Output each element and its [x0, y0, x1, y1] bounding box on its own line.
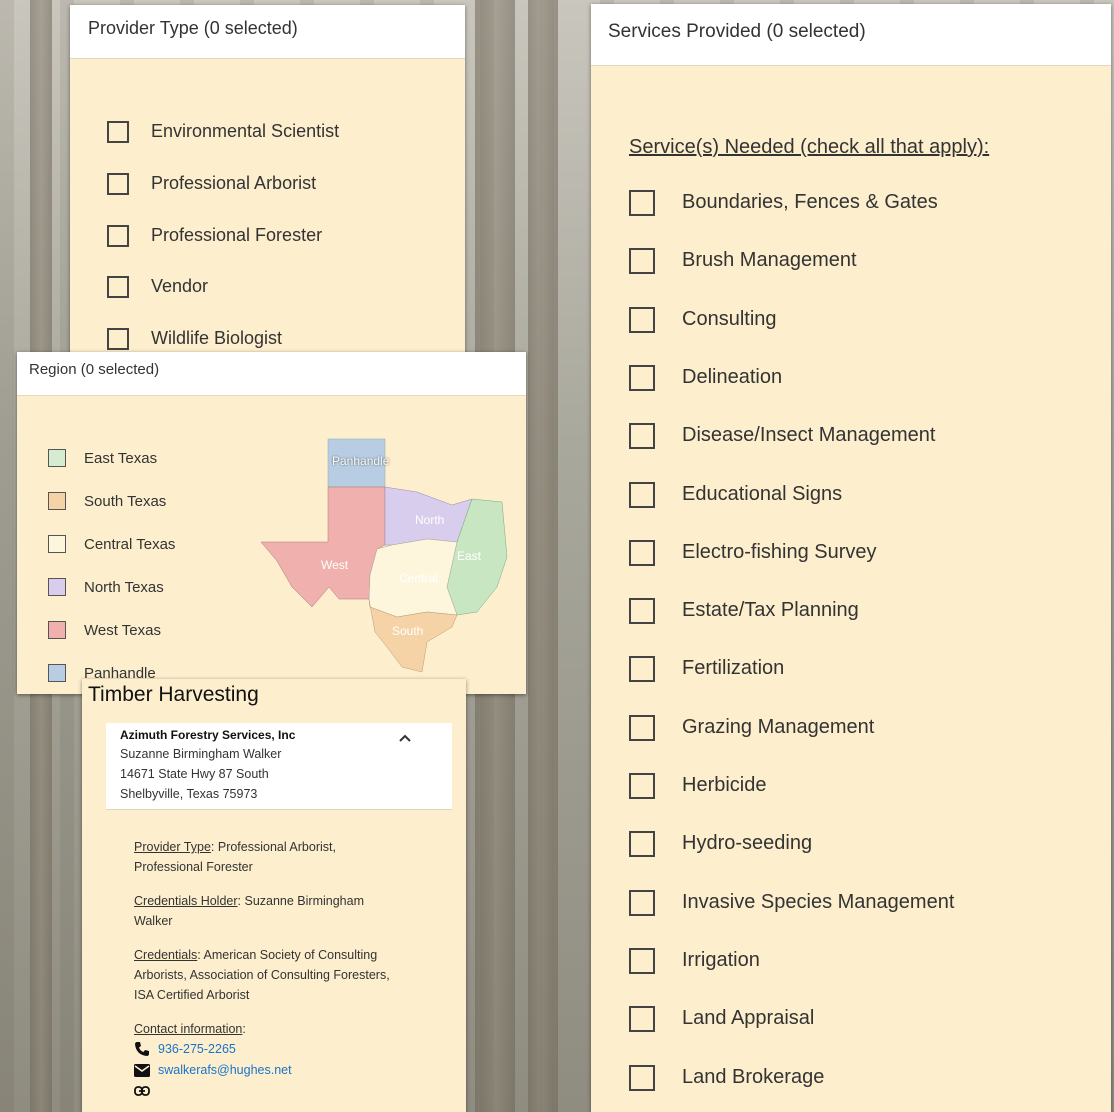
provider-type-option-label[interactable]: Wildlife Biologist [151, 328, 282, 349]
region-checkbox[interactable] [48, 449, 66, 467]
service-option-label[interactable]: Electro-fishing Survey [682, 541, 877, 564]
map-label-north: North [415, 513, 444, 527]
service-option-label[interactable]: Estate/Tax Planning [682, 599, 859, 622]
service-checkbox[interactable] [629, 656, 655, 683]
region-option-label[interactable]: West Texas [84, 622, 161, 639]
service-option-label[interactable]: Grazing Management [682, 716, 874, 739]
service-option-label[interactable]: Invasive Species Management [682, 891, 954, 914]
provider-type-option-label[interactable]: Professional Forester [151, 225, 322, 246]
email-row: swalkerafs@hughes.net [134, 1063, 292, 1077]
service-option-label[interactable]: Delineation [682, 366, 782, 389]
contact-info-suffix: : [242, 1022, 246, 1036]
service-checkbox[interactable] [629, 714, 655, 741]
service-checkbox[interactable] [629, 773, 655, 799]
mail-icon [134, 1063, 150, 1077]
tree-trunk [528, 0, 558, 1112]
map-label-panhandle: Panhandle [332, 454, 390, 468]
region-panel: Region (0 selected) East Texas South Texa… [17, 352, 526, 694]
timber-title: Timber Harvesting [88, 683, 259, 706]
service-option-label[interactable]: Consulting [682, 308, 777, 331]
map-region-west[interactable] [260, 486, 386, 608]
credentials-holder-detail: Credentials Holder: Suzanne Birmingham W… [134, 891, 404, 931]
credentials-label: Credentials [134, 948, 198, 962]
address-line-1: 14671 State Hwy 87 South [120, 767, 269, 781]
credentials-holder-label: Credentials Holder [134, 894, 238, 908]
email-link[interactable]: swalkerafs@hughes.net [158, 1063, 292, 1077]
contact-info-label: Contact information [134, 1022, 243, 1036]
texas-region-map[interactable]: Panhandle North East West Central South [257, 437, 512, 677]
company-name: Azimuth Forestry Services, Inc [120, 728, 296, 742]
service-checkbox[interactable] [629, 1064, 655, 1091]
provider-type-label: Provider Type [134, 840, 211, 854]
phone-icon [135, 1042, 149, 1056]
service-option-label[interactable]: Boundaries, Fences & Gates [682, 191, 938, 214]
provider-type-option-label[interactable]: Professional Arborist [151, 173, 316, 194]
service-option-label[interactable]: Land Appraisal [682, 1007, 814, 1030]
service-option-label[interactable]: Educational Signs [682, 483, 842, 506]
provider-type-checkbox[interactable] [107, 328, 129, 350]
service-option-label[interactable]: Land Brokerage [682, 1066, 824, 1089]
phone-row: 936-275-2265 [134, 1041, 236, 1057]
service-checkbox[interactable] [629, 539, 655, 566]
provider-type-panel: Provider Type (0 selected) Environmental… [70, 5, 465, 355]
link-icon[interactable] [134, 1085, 150, 1097]
service-checkbox[interactable] [629, 364, 655, 391]
service-checkbox[interactable] [629, 598, 655, 625]
service-option-label[interactable]: Hydro-seeding [682, 832, 812, 855]
service-checkbox[interactable] [629, 831, 655, 858]
map-label-central: Central [399, 571, 438, 585]
service-checkbox[interactable] [629, 248, 655, 275]
contact-info-heading: Contact information: [134, 1019, 404, 1039]
service-option-label[interactable]: Brush Management [682, 249, 857, 272]
service-checkbox[interactable] [629, 889, 655, 916]
service-option-label[interactable]: Irrigation [682, 949, 760, 972]
service-checkbox[interactable] [629, 190, 655, 216]
provider-type-header[interactable]: Provider Type (0 selected) [70, 5, 465, 59]
services-header[interactable]: Services Provided (0 selected) [591, 4, 1111, 66]
service-checkbox[interactable] [629, 1006, 655, 1033]
map-label-east: East [457, 549, 482, 563]
region-checkbox[interactable] [48, 664, 66, 682]
provider-card-header[interactable]: Azimuth Forestry Services, Inc Suzanne B… [106, 723, 452, 810]
website-row [134, 1085, 150, 1097]
region-checkbox[interactable] [48, 621, 66, 639]
service-checkbox[interactable] [629, 481, 655, 508]
service-option-label[interactable]: Disease/Insect Management [682, 424, 935, 447]
provider-type-option-label[interactable]: Vendor [151, 276, 208, 297]
service-option-label[interactable]: Fertilization [682, 657, 784, 680]
region-checkbox[interactable] [48, 578, 66, 596]
services-subheader: Service(s) Needed (check all that apply)… [629, 136, 990, 158]
service-checkbox[interactable] [629, 423, 655, 450]
services-panel: Services Provided (0 selected) Service(s… [591, 4, 1111, 1112]
service-checkbox[interactable] [629, 306, 655, 333]
provider-type-checkbox[interactable] [107, 121, 129, 143]
provider-type-checkbox[interactable] [107, 276, 129, 298]
contact-name: Suzanne Birmingham Walker [120, 747, 282, 761]
provider-type-checkbox[interactable] [107, 225, 129, 247]
map-label-south: South [392, 624, 423, 638]
provider-type-detail: Provider Type: Professional Arborist, Pr… [134, 837, 404, 877]
map-label-west: West [321, 558, 349, 572]
region-checkbox[interactable] [48, 492, 66, 510]
provider-type-checkbox[interactable] [107, 173, 129, 195]
region-header[interactable]: Region (0 selected) [17, 352, 526, 396]
region-option-label[interactable]: South Texas [84, 493, 166, 510]
address-line-2: Shelbyville, Texas 75973 [120, 787, 258, 801]
region-option-label[interactable]: North Texas [84, 579, 164, 596]
region-option-label[interactable]: Central Texas [84, 536, 175, 553]
service-option-label[interactable]: Herbicide [682, 774, 766, 797]
chevron-up-icon[interactable] [398, 733, 412, 743]
credentials-detail: Credentials: American Society of Consult… [134, 945, 404, 1005]
timber-harvesting-panel: Timber Harvesting Azimuth Forestry Servi… [82, 679, 466, 1112]
service-checkbox[interactable] [629, 947, 655, 974]
phone-link[interactable]: 936-275-2265 [158, 1042, 236, 1056]
region-checkbox[interactable] [48, 535, 66, 553]
provider-type-option-label[interactable]: Environmental Scientist [151, 121, 339, 142]
region-option-label[interactable]: East Texas [84, 450, 157, 467]
